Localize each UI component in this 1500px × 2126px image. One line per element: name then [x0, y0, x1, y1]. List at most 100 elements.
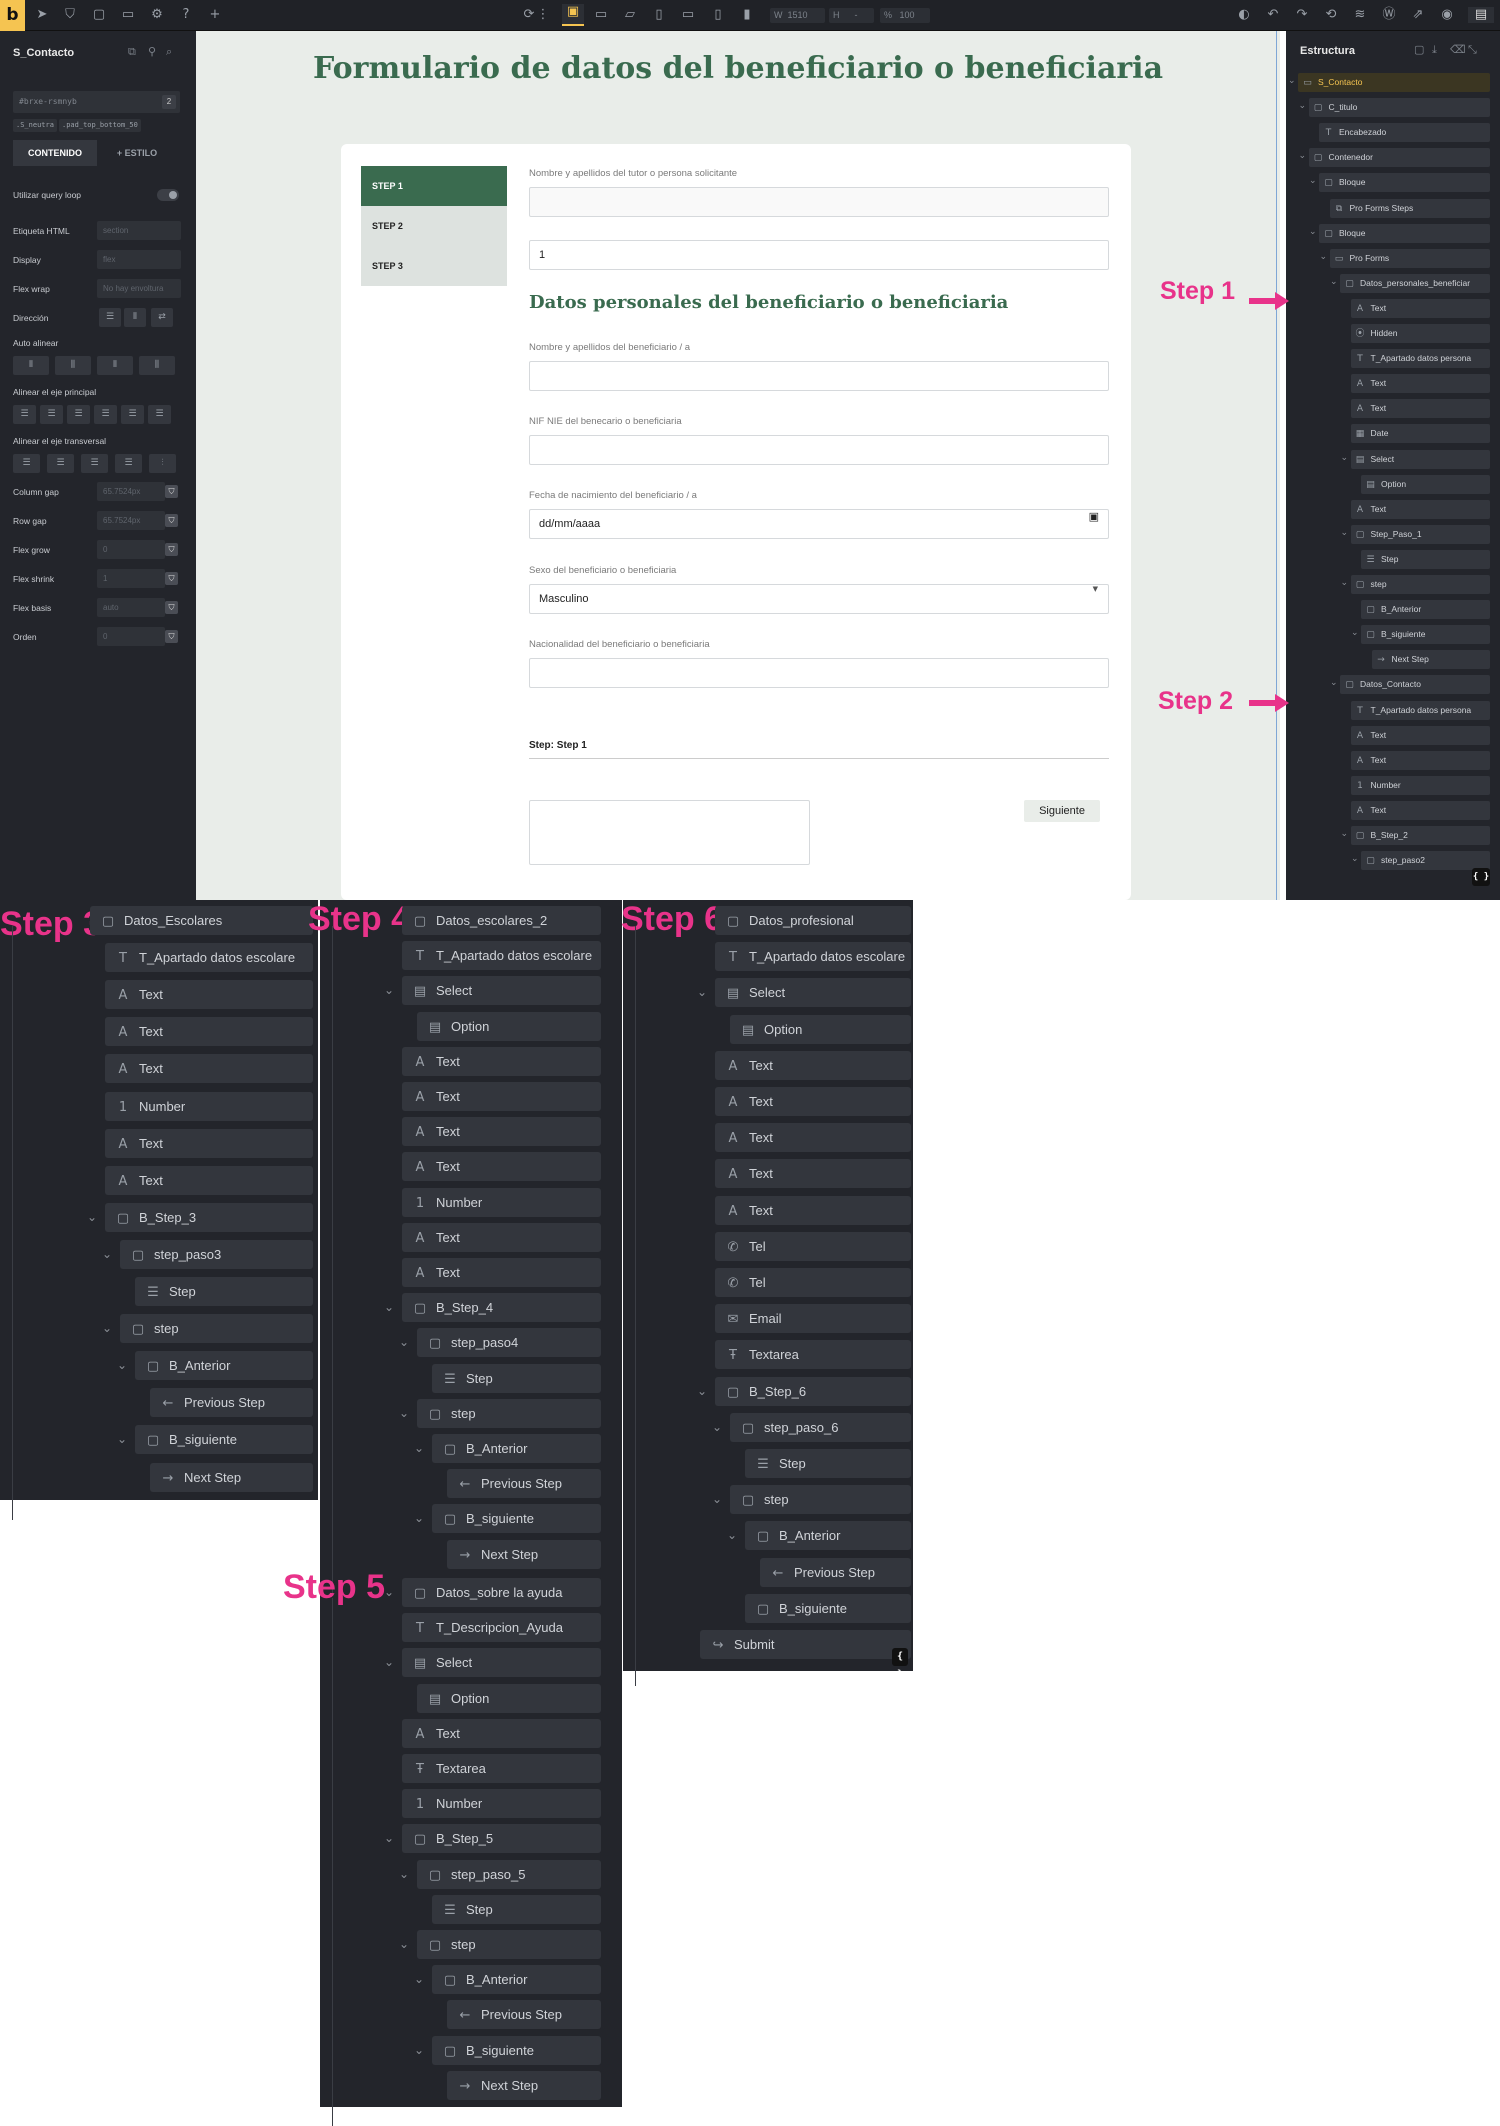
chevron-down-icon[interactable]: ⌄: [1351, 854, 1359, 864]
align-self-stretch-button[interactable]: ⫼: [139, 356, 175, 375]
tree-node[interactable]: ▢ Datos_profesional: [715, 906, 911, 935]
chevron-down-icon[interactable]: ⌄: [712, 1492, 722, 1506]
tree-node[interactable]: Ŧ Textarea: [402, 1754, 601, 1783]
tree-text-field-node[interactable]: A Text: [1350, 298, 1490, 318]
chevron-down-icon[interactable]: ⌄: [117, 1432, 127, 1446]
tree-node[interactable]: A Text: [402, 1718, 601, 1748]
tree-node[interactable]: A Text: [402, 1258, 601, 1287]
tree-node[interactable]: → Next Step: [447, 1539, 601, 1569]
tree-node[interactable]: Ŧ Textarea: [715, 1340, 911, 1370]
tree-node[interactable]: ← Previous Step: [447, 2000, 601, 2030]
tree-node[interactable]: ☰ Step: [432, 1894, 601, 1924]
tree-node[interactable]: 1 Number: [402, 1789, 601, 1819]
column-gap-input[interactable]: 65.7524px: [97, 482, 165, 501]
chevron-down-icon[interactable]: ⌄: [399, 1335, 409, 1349]
tree-node[interactable]: A Text: [105, 1165, 313, 1195]
chevron-down-icon[interactable]: ⌄: [414, 1972, 424, 1986]
tree-node[interactable]: ✉ Email: [715, 1304, 911, 1334]
align-items-stretch-button[interactable]: ☰: [115, 454, 142, 473]
flex-wrap-select[interactable]: No hay envoltura: [97, 279, 181, 298]
tree-node[interactable]: ▢ step: [417, 1930, 601, 1959]
tree-node[interactable]: ▢ step_paso3: [120, 1239, 313, 1269]
display-select[interactable]: flex: [97, 250, 181, 269]
tree-node[interactable]: A Text: [105, 980, 313, 1010]
tree-text-field-node[interactable]: A Text: [1350, 800, 1490, 820]
tree-node[interactable]: ☰ Step: [432, 1363, 601, 1393]
search-icon[interactable]: ⌕: [166, 45, 172, 59]
tree-form-steps-node[interactable]: ⧉ Pro Forms Steps: [1329, 198, 1490, 218]
save-icon[interactable]: ▤: [1468, 7, 1494, 23]
align-items-end-button[interactable]: ☰: [81, 454, 108, 473]
tree-block-node[interactable]: ▢ Bloque: [1319, 223, 1490, 243]
tree-node[interactable]: ▢ B_Step_4: [402, 1293, 601, 1323]
tree-heading-node[interactable]: T T_Apartado datos persona: [1350, 700, 1490, 720]
tree-node[interactable]: A Text: [105, 1017, 313, 1047]
chevron-down-icon[interactable]: ⌄: [1330, 277, 1338, 287]
tree-node[interactable]: A Text: [402, 1082, 601, 1111]
chevron-down-icon[interactable]: ⌄: [1320, 252, 1328, 262]
chevron-down-icon[interactable]: ⌄: [384, 1585, 394, 1599]
class-icon[interactable]: ⧉: [128, 45, 136, 59]
tree-node[interactable]: ▢ Datos_escolares_2: [402, 906, 601, 935]
name-input[interactable]: [529, 361, 1109, 391]
add-icon[interactable]: +: [207, 7, 223, 23]
tree-node[interactable]: A Text: [715, 1159, 911, 1189]
variable-icon[interactable]: ⛉: [165, 630, 178, 643]
variable-icon[interactable]: ⛉: [165, 514, 178, 527]
shield-icon[interactable]: ⛉: [62, 7, 78, 23]
align-items-start-button[interactable]: ☰: [13, 454, 40, 473]
copy-icon[interactable]: ▢: [1414, 43, 1424, 56]
variable-icon[interactable]: ⛉: [165, 543, 178, 556]
class-chip[interactable]: .S_neutra: [13, 119, 57, 132]
step-textarea[interactable]: [529, 800, 810, 865]
tree-text-field-node[interactable]: A Text: [1350, 499, 1490, 519]
align-items-baseline-button[interactable]: ⫶: [149, 454, 176, 473]
tree-node[interactable]: ▢ step_paso4: [417, 1328, 601, 1358]
external-link-icon[interactable]: ⇗: [1410, 7, 1426, 23]
justify-evenly-button[interactable]: ☰: [148, 405, 171, 424]
laptop-icon[interactable]: ▱: [622, 7, 638, 23]
tree-node[interactable]: ▢ B_Anterior: [135, 1351, 313, 1381]
chevron-down-icon[interactable]: ⌄: [399, 1867, 409, 1881]
tree-text-field-node[interactable]: A Text: [1350, 725, 1490, 745]
chevron-down-icon[interactable]: ⌄: [102, 1321, 112, 1335]
undo-icon[interactable]: ↶: [1265, 7, 1281, 23]
tree-hidden-field-node[interactable]: ⦿ Hidden: [1350, 324, 1490, 343]
variable-icon[interactable]: ⛉: [165, 572, 178, 585]
justify-around-button[interactable]: ☰: [121, 405, 144, 424]
chevron-down-icon[interactable]: ⌄: [399, 1406, 409, 1420]
desktop-wide-icon[interactable]: ▣: [562, 4, 584, 26]
align-self-center-button[interactable]: ⫼: [55, 356, 91, 375]
step-tab-3[interactable]: STEP 3: [361, 246, 507, 286]
chevron-down-icon[interactable]: ⌄: [87, 1210, 97, 1224]
tree-node[interactable]: ↪ Submit: [700, 1630, 911, 1659]
direction-row-button[interactable]: ☰: [99, 308, 121, 327]
flex-basis-input[interactable]: auto: [97, 598, 165, 617]
tablet-icon[interactable]: ▯: [651, 7, 667, 23]
gear-icon[interactable]: ⚙: [149, 7, 165, 23]
element-id-field[interactable]: #brxe-rsmnyb: [13, 91, 180, 113]
download-icon[interactable]: ⤓: [1432, 43, 1437, 57]
tree-block-node[interactable]: ▢ Bloque: [1319, 173, 1490, 193]
chevron-down-icon[interactable]: ⌄: [727, 1528, 737, 1542]
zoom-input[interactable]: % 100: [880, 8, 930, 23]
tree-step-group-node[interactable]: ▢ Datos_personales_beneficiar: [1340, 273, 1490, 293]
tree-node[interactable]: ▤ Option: [417, 1011, 601, 1041]
tree-node[interactable]: ▢ step: [730, 1485, 911, 1515]
tree-node[interactable]: ▢ B_Anterior: [432, 1965, 601, 1995]
tree-step-node[interactable]: ▢ B_Step_2: [1350, 826, 1490, 845]
flex-shrink-input[interactable]: 1: [97, 569, 165, 588]
chevron-down-icon[interactable]: ⌄: [1330, 678, 1338, 688]
chevron-down-icon[interactable]: ⌄: [102, 1247, 112, 1261]
tree-form-node[interactable]: ▭ Pro Forms: [1329, 248, 1490, 268]
align-self-start-button[interactable]: ⦀: [13, 356, 49, 375]
tree-section-node[interactable]: ▭ S_Contacto: [1298, 73, 1490, 92]
tree-text-node[interactable]: T Encabezado: [1319, 123, 1490, 143]
trash-icon[interactable]: ⌫: [1450, 43, 1466, 56]
tree-node[interactable]: A Text: [402, 1046, 601, 1076]
tree-node[interactable]: ✆ Tel: [715, 1231, 911, 1261]
tutor-input[interactable]: [529, 187, 1109, 217]
variable-icon[interactable]: ⛉: [165, 601, 178, 614]
cursor-icon[interactable]: ➤: [34, 7, 50, 23]
tree-node[interactable]: ▢ B_Step_3: [105, 1202, 313, 1232]
